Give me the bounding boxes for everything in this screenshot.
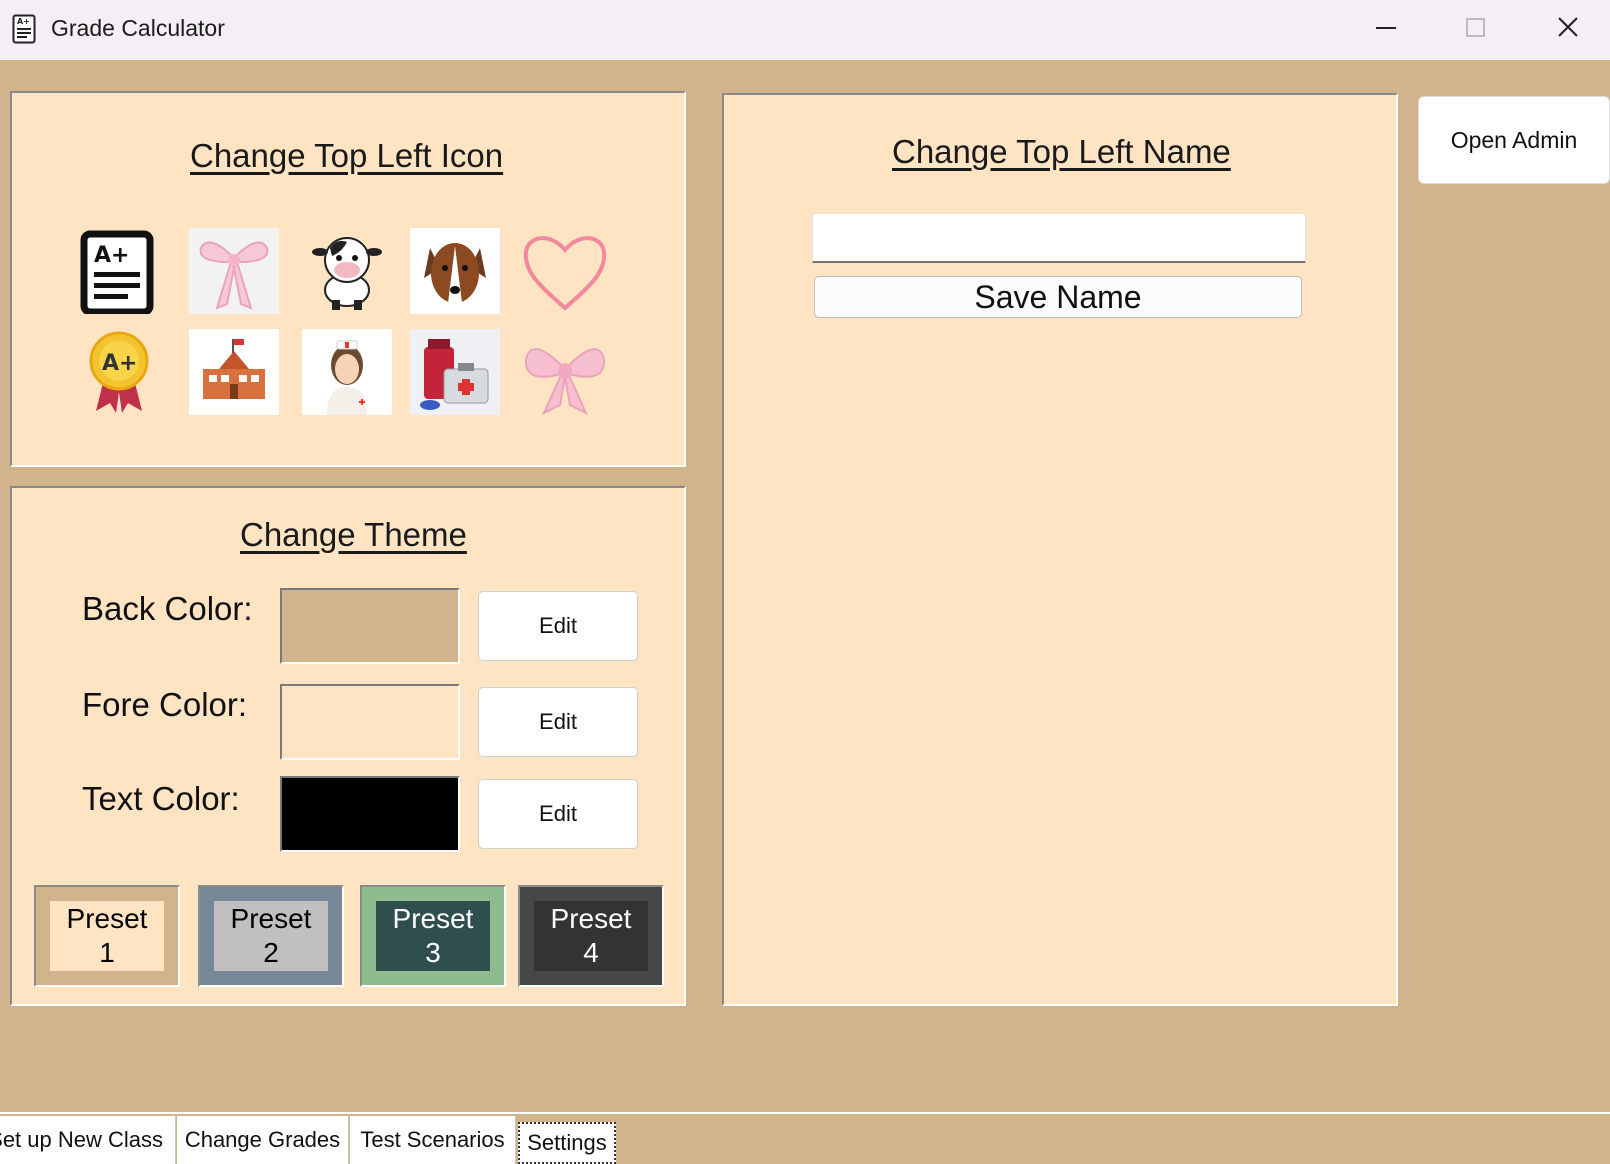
tab-change-grades[interactable]: Change Grades: [177, 1116, 349, 1164]
window-title: Grade Calculator: [51, 15, 225, 41]
heart-outline-icon[interactable]: [520, 228, 610, 314]
tab-set-up-new-class[interactable]: Set up New Class: [0, 1116, 176, 1164]
award-ribbon-icon[interactable]: A+: [74, 329, 164, 415]
tab-divider: [0, 1112, 1610, 1114]
edit-fore-color-button[interactable]: Edit: [478, 687, 638, 757]
change-name-panel: Change Top Left Name Save Name: [722, 93, 1398, 1006]
pink-ribbon-icon[interactable]: [520, 329, 610, 415]
change-theme-heading: Change Theme: [240, 516, 467, 553]
dog-icon[interactable]: [410, 228, 500, 314]
preset-1-button[interactable]: Preset 1: [34, 885, 180, 987]
minimize-button[interactable]: [1364, 10, 1408, 48]
maximize-icon: [1466, 18, 1485, 37]
change-name-heading: Change Top Left Name: [892, 133, 1231, 170]
title-bar: A+ Grade Calculator: [0, 0, 1610, 60]
tab-strip: Set up New Class Change Grades Test Scen…: [0, 1112, 1610, 1164]
tab-test-scenarios[interactable]: Test Scenarios: [350, 1116, 516, 1164]
preset-4-label: Preset 4: [534, 901, 648, 971]
tab-settings[interactable]: Settings: [518, 1122, 616, 1164]
preset-3-button[interactable]: Preset 3: [360, 885, 506, 987]
save-name-button[interactable]: Save Name: [814, 276, 1302, 318]
close-button[interactable]: [1546, 10, 1590, 48]
svg-text:A+: A+: [94, 243, 129, 268]
edit-text-color-button[interactable]: Edit: [478, 779, 638, 849]
preset-2-button[interactable]: Preset 2: [198, 885, 344, 987]
school-icon[interactable]: [189, 329, 279, 415]
back-color-label: Back Color:: [82, 590, 253, 627]
name-input[interactable]: [812, 213, 1306, 263]
preset-1-label: Preset 1: [50, 901, 164, 971]
edit-back-color-button[interactable]: Edit: [478, 591, 638, 661]
fore-color-label: Fore Color:: [82, 686, 248, 723]
open-admin-button[interactable]: Open Admin: [1418, 96, 1610, 184]
cow-icon[interactable]: [302, 228, 392, 314]
report-card-icon: A+: [12, 14, 36, 44]
pink-bow-icon[interactable]: [189, 228, 279, 314]
svg-text:A+: A+: [102, 351, 137, 376]
medicine-kit-icon[interactable]: [410, 329, 500, 415]
maximize-button[interactable]: [1454, 10, 1498, 48]
text-color-swatch: [280, 776, 460, 852]
svg-text:A+: A+: [17, 17, 30, 26]
change-icon-heading: Change Top Left Icon: [190, 137, 504, 174]
close-icon: [1558, 17, 1578, 37]
report-card-icon[interactable]: A+: [74, 228, 164, 314]
change-icon-panel: Change Top Left Icon A+ A+: [10, 91, 686, 467]
preset-3-label: Preset 3: [376, 901, 490, 971]
back-color-swatch: [280, 588, 460, 664]
minimize-icon: [1376, 27, 1396, 29]
text-color-label: Text Color:: [82, 780, 240, 817]
nurse-icon[interactable]: [302, 329, 392, 415]
preset-2-label: Preset 2: [214, 901, 328, 971]
change-theme-panel: Change Theme Back Color: Edit Fore Color…: [10, 486, 686, 1006]
preset-4-button[interactable]: Preset 4: [518, 885, 664, 987]
fore-color-swatch: [280, 684, 460, 760]
